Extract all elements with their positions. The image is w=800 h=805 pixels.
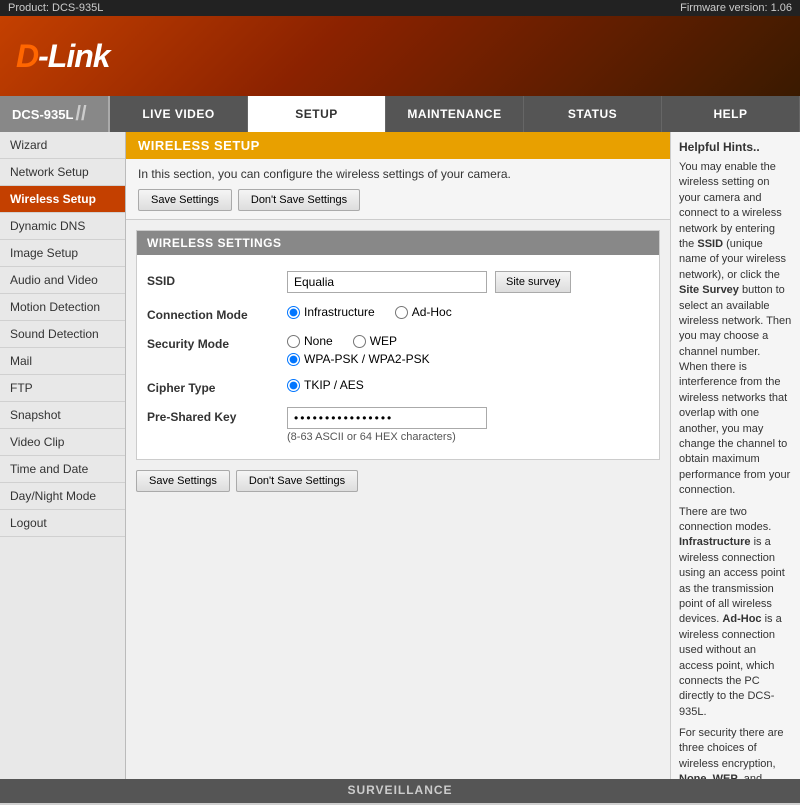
- top-button-row: Save Settings Don't Save Settings: [138, 189, 658, 211]
- page-description: In this section, you can configure the w…: [138, 167, 511, 181]
- sidebar-item-dynamic-dns[interactable]: Dynamic DNS: [0, 213, 125, 240]
- sidebar-item-mail[interactable]: Mail: [0, 348, 125, 375]
- ssid-input[interactable]: [287, 271, 487, 293]
- top-bar: Product: DCS-935L Firmware version: 1.06: [0, 0, 800, 16]
- settings-table: SSID Site survey Connection Mode: [137, 255, 659, 459]
- security-mode-label: Security Mode: [147, 334, 287, 351]
- radio-tkip-aes[interactable]: TKIP / AES: [287, 378, 649, 392]
- security-mode-value: None WEP WPA-PSK / WPA2-PSK: [287, 334, 649, 366]
- sidebar-item-wireless-setup[interactable]: Wireless Setup: [0, 186, 125, 213]
- sidebar-item-snapshot[interactable]: Snapshot: [0, 402, 125, 429]
- radio-wep[interactable]: WEP: [353, 334, 397, 348]
- sidebar-item-image-setup[interactable]: Image Setup: [0, 240, 125, 267]
- wireless-settings-section: WIRELESS SETTINGS SSID Site survey Conne…: [136, 230, 660, 460]
- dont-save-settings-bottom-button[interactable]: Don't Save Settings: [236, 470, 358, 492]
- radio-tkip-aes-label: TKIP / AES: [304, 378, 364, 392]
- sidebar-item-time-date[interactable]: Time and Date: [0, 456, 125, 483]
- pre-shared-key-label: Pre-Shared Key: [147, 407, 287, 424]
- sidebar-item-day-night[interactable]: Day/Night Mode: [0, 483, 125, 510]
- sidebar-item-network-setup[interactable]: Network Setup: [0, 159, 125, 186]
- radio-adhoc[interactable]: Ad-Hoc: [395, 305, 452, 319]
- bottom-button-row: Save Settings Don't Save Settings: [136, 470, 660, 492]
- header: D-Link: [0, 16, 800, 96]
- tab-setup[interactable]: SETUP: [248, 96, 386, 132]
- connection-mode-radio-group: Infrastructure Ad-Hoc: [287, 305, 649, 319]
- radio-wep-label: WEP: [370, 334, 397, 348]
- footer: SURVEILLANCE: [0, 779, 800, 803]
- radio-infrastructure-label: Infrastructure: [304, 305, 375, 319]
- radio-infrastructure-input[interactable]: [287, 306, 300, 319]
- sidebar-item-sound-detection[interactable]: Sound Detection: [0, 321, 125, 348]
- sidebar-item-ftp[interactable]: FTP: [0, 375, 125, 402]
- cipher-type-row: Cipher Type TKIP / AES: [147, 372, 649, 401]
- hints-title: Helpful Hints..: [679, 140, 792, 154]
- content-area: WIRELESS SETUP In this section, you can …: [126, 132, 800, 779]
- tab-status[interactable]: STATUS: [524, 96, 662, 132]
- radio-wep-input[interactable]: [353, 335, 366, 348]
- security-mode-row: Security Mode None WEP: [147, 328, 649, 372]
- page-description-area: In this section, you can configure the w…: [126, 159, 670, 220]
- pre-shared-key-row: Pre-Shared Key (8-63 ASCII or 64 HEX cha…: [147, 401, 649, 449]
- sidebar-item-audio-video[interactable]: Audio and Video: [0, 267, 125, 294]
- connection-mode-value: Infrastructure Ad-Hoc: [287, 305, 649, 319]
- dont-save-settings-top-button[interactable]: Don't Save Settings: [238, 189, 360, 211]
- settings-section-header: WIRELESS SETTINGS: [137, 231, 659, 255]
- radio-wpa-psk-input[interactable]: [287, 353, 300, 366]
- tab-help[interactable]: HELP: [662, 96, 800, 132]
- save-settings-top-button[interactable]: Save Settings: [138, 189, 232, 211]
- connection-mode-label: Connection Mode: [147, 305, 287, 322]
- pre-shared-key-input[interactable]: [287, 407, 487, 429]
- page-header: WIRELESS SETUP: [126, 132, 670, 159]
- sidebar-item-video-clip[interactable]: Video Clip: [0, 429, 125, 456]
- nav-slash: //: [75, 103, 86, 126]
- ssid-row: SSID Site survey: [147, 265, 649, 299]
- tab-live-video[interactable]: LIVE VIDEO: [110, 96, 248, 132]
- hints-panel: Helpful Hints.. You may enable the wirel…: [670, 132, 800, 779]
- radio-wpa-psk[interactable]: WPA-PSK / WPA2-PSK: [287, 352, 649, 366]
- ssid-label: SSID: [147, 271, 287, 288]
- page-title: WIRELESS SETUP: [138, 138, 658, 153]
- hints-paragraph-2: There are two connection modes. Infrastr…: [679, 505, 792, 720]
- pre-shared-key-hint: (8-63 ASCII or 64 HEX characters): [287, 431, 649, 443]
- sidebar-item-logout[interactable]: Logout: [0, 510, 125, 537]
- sidebar: Wizard Network Setup Wireless Setup Dyna…: [0, 132, 126, 779]
- radio-adhoc-label: Ad-Hoc: [412, 305, 452, 319]
- content-main: WIRELESS SETUP In this section, you can …: [126, 132, 670, 779]
- hints-paragraph-3: For security there are three choices of …: [679, 726, 792, 779]
- main-layout: Wizard Network Setup Wireless Setup Dyna…: [0, 132, 800, 779]
- tab-maintenance[interactable]: MAINTENANCE: [386, 96, 524, 132]
- site-survey-button[interactable]: Site survey: [495, 271, 571, 293]
- nav-brand: DCS-935L //: [0, 96, 110, 132]
- radio-adhoc-input[interactable]: [395, 306, 408, 319]
- sidebar-item-motion-detection[interactable]: Motion Detection: [0, 294, 125, 321]
- sidebar-item-wizard[interactable]: Wizard: [0, 132, 125, 159]
- navigation: DCS-935L // LIVE VIDEO SETUP MAINTENANCE…: [0, 96, 800, 132]
- cipher-type-label: Cipher Type: [147, 378, 287, 395]
- firmware-label: Firmware version: 1.06: [680, 2, 792, 14]
- radio-none[interactable]: None: [287, 334, 333, 348]
- hints-paragraph-1: You may enable the wireless setting on y…: [679, 160, 792, 499]
- radio-none-input[interactable]: [287, 335, 300, 348]
- footer-text: SURVEILLANCE: [347, 783, 452, 797]
- radio-wpa-psk-label: WPA-PSK / WPA2-PSK: [304, 352, 430, 366]
- connection-mode-row: Connection Mode Infrastructure Ad-Hoc: [147, 299, 649, 328]
- radio-tkip-aes-input[interactable]: [287, 379, 300, 392]
- radio-infrastructure[interactable]: Infrastructure: [287, 305, 375, 319]
- security-mode-radio-group: None WEP: [287, 334, 649, 348]
- nav-tabs: LIVE VIDEO SETUP MAINTENANCE STATUS HELP: [110, 96, 800, 132]
- logo: D-Link: [16, 38, 110, 75]
- product-label: Product: DCS-935L: [8, 2, 103, 14]
- cipher-type-value: TKIP / AES: [287, 378, 649, 392]
- ssid-value: Site survey: [287, 271, 649, 293]
- radio-none-label: None: [304, 334, 333, 348]
- save-settings-bottom-button[interactable]: Save Settings: [136, 470, 230, 492]
- pre-shared-key-value: (8-63 ASCII or 64 HEX characters): [287, 407, 649, 443]
